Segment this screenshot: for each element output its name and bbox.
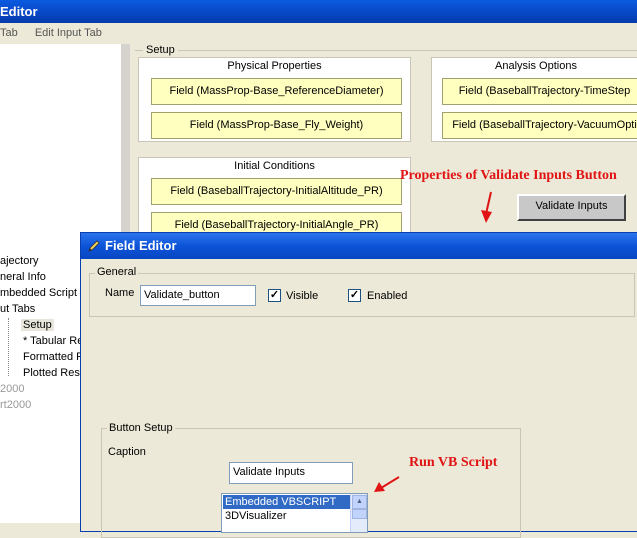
action-list-scrollbar[interactable]: ▲	[350, 494, 367, 532]
physical-properties-title: Physical Properties	[227, 60, 322, 72]
validate-inputs-button[interactable]: Validate Inputs	[517, 194, 626, 221]
annotation-arrow-down	[481, 191, 492, 223]
field-time-step[interactable]: Field (BaseballTrajectory-TimeStep	[442, 78, 637, 105]
scroll-thumb[interactable]	[352, 509, 367, 519]
action-option-3dvisualizer[interactable]: 3DVisualizer	[223, 509, 353, 523]
caption-input[interactable]: Validate Inputs	[229, 462, 353, 484]
tree-connector	[8, 318, 9, 376]
button-setup-label: Button Setup	[107, 422, 175, 434]
visible-checkbox[interactable]: ✓	[268, 289, 281, 302]
menu-item-edit-input-tab[interactable]: Edit Input Tab	[35, 27, 102, 39]
annotation-arrow-left	[374, 476, 400, 492]
tree-item-general-info[interactable]: neral Info	[0, 271, 46, 283]
tree-item-setup[interactable]: Setup	[21, 319, 54, 331]
action-listbox[interactable]: Embedded VBSCRIPT 3DVisualizer ▲	[221, 493, 368, 533]
field-editor-window: Field Editor General Name Validate_butto…	[80, 232, 637, 538]
tree-item-2000[interactable]: 2000	[0, 383, 24, 395]
caption-label: Caption	[108, 446, 146, 458]
initial-conditions-title: Initial Conditions	[234, 160, 315, 172]
field-initial-altitude[interactable]: Field (BaseballTrajectory-InitialAltitud…	[151, 178, 402, 205]
tree-item-plotted-results[interactable]: Plotted Resu	[23, 367, 86, 379]
name-label: Name	[105, 287, 135, 299]
tree-item-input-tabs[interactable]: ut Tabs	[0, 303, 35, 315]
name-input[interactable]: Validate_button	[140, 285, 256, 306]
tree-item-formatted-results[interactable]: Formatted R	[23, 351, 84, 363]
visible-label: Visible	[286, 290, 319, 302]
annotation-properties-label: Properties of Validate Inputs Button	[400, 168, 617, 183]
scroll-up-arrow-icon[interactable]: ▲	[352, 495, 367, 509]
physical-properties-group: Physical Properties Field (MassProp-Base…	[138, 57, 411, 142]
tree-item-trajectory[interactable]: ajectory	[0, 255, 39, 267]
menu-bar: Tab Edit Input Tab	[0, 23, 637, 43]
annotation-run-vb-label: Run VB Script	[409, 455, 498, 470]
setup-label: Setup	[143, 44, 178, 56]
general-label: General	[95, 266, 139, 278]
field-reference-diameter[interactable]: Field (MassProp-Base_ReferenceDiameter)	[151, 78, 402, 105]
setup-panel: Setup Physical Properties Field (MassPro…	[133, 44, 637, 247]
action-option-embedded-vbscript[interactable]: Embedded VBSCRIPT	[223, 495, 353, 509]
enabled-checkbox[interactable]: ✓	[348, 289, 361, 302]
field-fly-weight[interactable]: Field (MassProp-Base_Fly_Weight)	[151, 112, 402, 139]
pencil-icon	[87, 239, 101, 256]
tree-item-embedded-script[interactable]: mbedded Script	[0, 287, 77, 299]
field-editor-title: Field Editor	[105, 238, 177, 253]
menu-item-tab[interactable]: Tab	[0, 27, 18, 39]
tree-item-tabular-results[interactable]: * Tabular Re	[23, 335, 83, 347]
field-vacuum-option[interactable]: Field (BaseballTrajectory-VacuumOpti	[442, 112, 637, 139]
main-title-bar: Editor	[0, 0, 637, 23]
tree-item-rt2000[interactable]: rt2000	[0, 399, 31, 411]
field-editor-title-bar[interactable]: Field Editor	[81, 233, 637, 259]
enabled-label: Enabled	[367, 290, 408, 302]
setup-divider	[135, 50, 637, 51]
analysis-options-group: Analysis Options Field (BaseballTrajecto…	[431, 57, 637, 142]
analysis-options-title: Analysis Options	[495, 60, 577, 72]
app-title: Editor	[0, 4, 38, 19]
